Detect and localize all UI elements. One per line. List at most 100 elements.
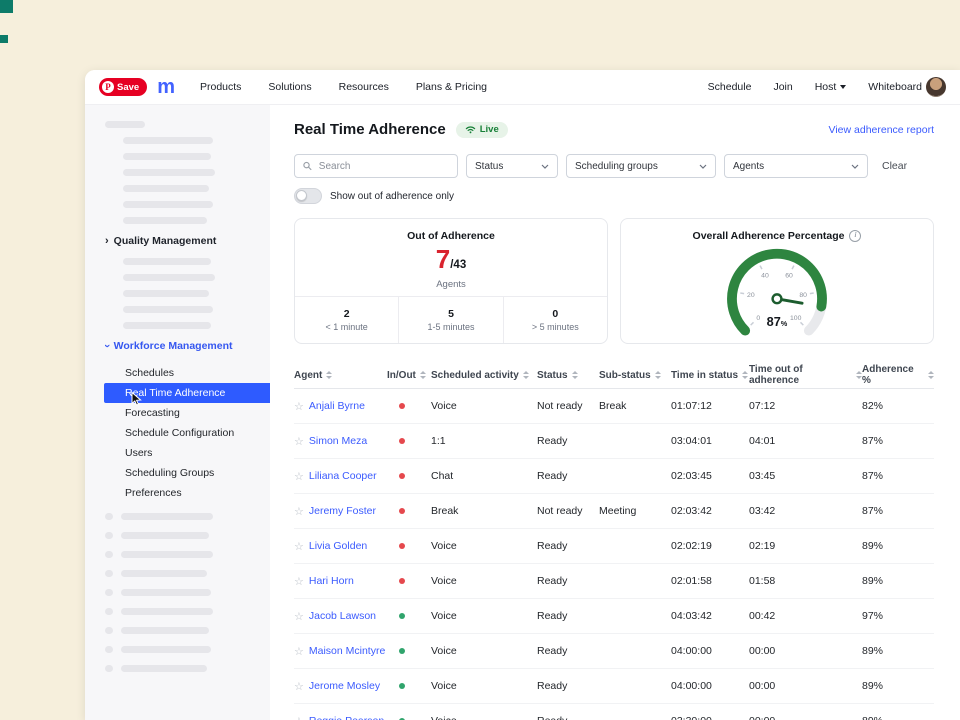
agent-link[interactable]: Liliana Cooper bbox=[309, 470, 377, 482]
column-label: Scheduled activity bbox=[431, 370, 519, 381]
gauge-tick-label: 60 bbox=[785, 273, 793, 280]
nav-link-solutions[interactable]: Solutions bbox=[268, 81, 311, 93]
column-header-status[interactable]: Status bbox=[537, 370, 599, 381]
table-row[interactable]: ☆Anjali ByrneVoiceNot readyBreak01:07:12… bbox=[294, 389, 934, 424]
scheduling-groups-label: Scheduling groups bbox=[575, 161, 658, 172]
star-icon[interactable]: ☆ bbox=[294, 470, 304, 483]
table-row[interactable]: ☆Hari HornVoiceReady02:01:5801:5889% bbox=[294, 564, 934, 599]
sidebar-item-schedule-configuration[interactable]: Schedule Configuration bbox=[104, 423, 270, 443]
adherence-cell: 89% bbox=[862, 540, 934, 552]
column-header-sub-status[interactable]: Sub-status bbox=[599, 370, 671, 381]
out-of-adherence-toggle[interactable] bbox=[294, 188, 322, 204]
star-icon[interactable]: ☆ bbox=[294, 505, 304, 518]
miro-logo[interactable]: m bbox=[157, 78, 174, 96]
nav-link-plans-pricing[interactable]: Plans & Pricing bbox=[416, 81, 487, 93]
gauge-tick-label: 20 bbox=[747, 292, 755, 299]
table-row[interactable]: ☆Jeremy FosterBreakNot readyMeeting02:03… bbox=[294, 494, 934, 529]
nav-right-menu: Schedule Join Host Whiteboard bbox=[708, 81, 922, 93]
skeleton-bar bbox=[105, 570, 113, 577]
sidebar-item-users[interactable]: Users bbox=[104, 443, 270, 463]
sidebar-item-workforce-management[interactable]: › Workforce Management bbox=[85, 340, 270, 352]
in-status-dot bbox=[399, 648, 405, 654]
sidebar-item-real-time-adherence[interactable]: Real Time Adherence bbox=[104, 383, 270, 403]
column-header-adherence[interactable]: Adherence % bbox=[862, 364, 934, 386]
table-row[interactable]: ☆Liliana CooperChatReady02:03:4503:4587% bbox=[294, 459, 934, 494]
user-avatar[interactable] bbox=[926, 77, 946, 97]
status-dropdown[interactable]: Status bbox=[466, 154, 558, 178]
skeleton-bar bbox=[105, 665, 113, 672]
star-icon[interactable]: ☆ bbox=[294, 400, 304, 413]
agents-dropdown-label: Agents bbox=[733, 161, 764, 172]
nav-link-host[interactable]: Host bbox=[815, 81, 847, 93]
star-icon[interactable]: ☆ bbox=[294, 540, 304, 553]
status-cell: Ready bbox=[537, 680, 599, 692]
agent-link[interactable]: Jerome Mosley bbox=[309, 680, 380, 692]
search-box[interactable] bbox=[294, 154, 458, 178]
star-icon[interactable]: ☆ bbox=[294, 575, 304, 588]
star-icon[interactable]: ☆ bbox=[294, 610, 304, 623]
table-row[interactable]: ☆Reggie PearsonVoiceReady03:30:0000:0089… bbox=[294, 704, 934, 720]
agent-link[interactable]: Jeremy Foster bbox=[309, 505, 376, 517]
nav-link-resources[interactable]: Resources bbox=[339, 81, 389, 93]
skeleton-bar bbox=[123, 169, 215, 176]
agent-link[interactable]: Reggie Pearson bbox=[309, 715, 384, 720]
agent-link[interactable]: Anjali Byrne bbox=[309, 400, 365, 412]
agents-dropdown[interactable]: Agents bbox=[724, 154, 868, 178]
table-row[interactable]: ☆Simon Meza1:1Ready03:04:0104:0187% bbox=[294, 424, 934, 459]
sidebar-item-scheduling-groups[interactable]: Scheduling Groups bbox=[104, 463, 270, 483]
star-icon[interactable]: ☆ bbox=[294, 645, 304, 658]
time-out-of-adherence-cell: 03:45 bbox=[749, 470, 862, 482]
gauge-tick bbox=[751, 322, 754, 325]
substatus-cell: Break bbox=[599, 400, 671, 412]
search-input[interactable] bbox=[317, 160, 449, 173]
nav-link-schedule[interactable]: Schedule bbox=[708, 81, 752, 93]
time-in-status-cell: 03:30:00 bbox=[671, 715, 749, 720]
agent-link[interactable]: Livia Golden bbox=[309, 540, 367, 552]
agent-cell: ☆ Maison Mcintyre bbox=[294, 645, 387, 658]
adherence-cell: 89% bbox=[862, 680, 934, 692]
sidebar-item-preferences[interactable]: Preferences bbox=[104, 483, 270, 503]
out-of-adherence-card: Out of Adherence 7/43 Agents 2 < 1 minut… bbox=[294, 218, 608, 344]
table-row[interactable]: ☆Livia GoldenVoiceReady02:02:1902:1989% bbox=[294, 529, 934, 564]
star-icon[interactable]: ☆ bbox=[294, 715, 304, 720]
info-icon[interactable]: i bbox=[849, 230, 861, 242]
agent-cell: ☆ Jacob Lawson bbox=[294, 610, 387, 623]
column-header-scheduled-activity[interactable]: Scheduled activity bbox=[431, 370, 537, 381]
nav-link-products[interactable]: Products bbox=[200, 81, 241, 93]
skeleton-bar bbox=[123, 322, 211, 329]
status-cell: Ready bbox=[537, 645, 599, 657]
time-in-status-cell: 04:00:00 bbox=[671, 680, 749, 692]
time-in-status-cell: 02:02:19 bbox=[671, 540, 749, 552]
clear-filters-link[interactable]: Clear bbox=[882, 160, 907, 172]
bucket-value: 5 bbox=[448, 308, 454, 320]
agent-link[interactable]: Hari Horn bbox=[309, 575, 354, 587]
star-icon[interactable]: ☆ bbox=[294, 680, 304, 693]
skeleton-bar bbox=[123, 258, 211, 265]
skeleton-bar bbox=[121, 532, 209, 539]
time-out-of-adherence-cell: 00:42 bbox=[749, 610, 862, 622]
agent-link[interactable]: Simon Meza bbox=[309, 435, 367, 447]
view-adherence-report-link[interactable]: View adherence report bbox=[829, 124, 934, 136]
sidebar-item-schedules[interactable]: Schedules bbox=[104, 363, 270, 383]
sidebar-item-quality-management[interactable]: › Quality Management bbox=[85, 235, 270, 247]
agent-link[interactable]: Maison Mcintyre bbox=[309, 645, 385, 657]
adherence-bucket: 0 > 5 minutes bbox=[503, 297, 607, 343]
table-row[interactable]: ☆Jacob LawsonVoiceReady04:03:4200:4297% bbox=[294, 599, 934, 634]
scheduling-groups-dropdown[interactable]: Scheduling groups bbox=[566, 154, 716, 178]
column-header-agent[interactable]: Agent bbox=[294, 370, 387, 381]
sidebar-item-forecasting[interactable]: Forecasting bbox=[104, 403, 270, 423]
pinterest-save-button[interactable]: P Save bbox=[99, 78, 147, 96]
table-row[interactable]: ☆Jerome MosleyVoiceReady04:00:0000:0089% bbox=[294, 669, 934, 704]
column-header-time-in-status[interactable]: Time in status bbox=[671, 370, 749, 381]
nav-link-whiteboard[interactable]: Whiteboard bbox=[868, 81, 922, 93]
nav-link-join[interactable]: Join bbox=[773, 81, 792, 93]
agent-link[interactable]: Jacob Lawson bbox=[309, 610, 376, 622]
table-row[interactable]: ☆Maison McintyreVoiceReady04:00:0000:008… bbox=[294, 634, 934, 669]
star-icon[interactable]: ☆ bbox=[294, 435, 304, 448]
skeleton-bar bbox=[121, 627, 209, 634]
agent-cell: ☆ Simon Meza bbox=[294, 435, 387, 448]
status-cell: Ready bbox=[537, 575, 599, 587]
gauge-tick-label: 100 bbox=[790, 315, 802, 322]
column-header-in-out[interactable]: In/Out bbox=[387, 370, 431, 381]
column-header-time-out-of-adherence[interactable]: Time out of adherence bbox=[749, 364, 862, 386]
